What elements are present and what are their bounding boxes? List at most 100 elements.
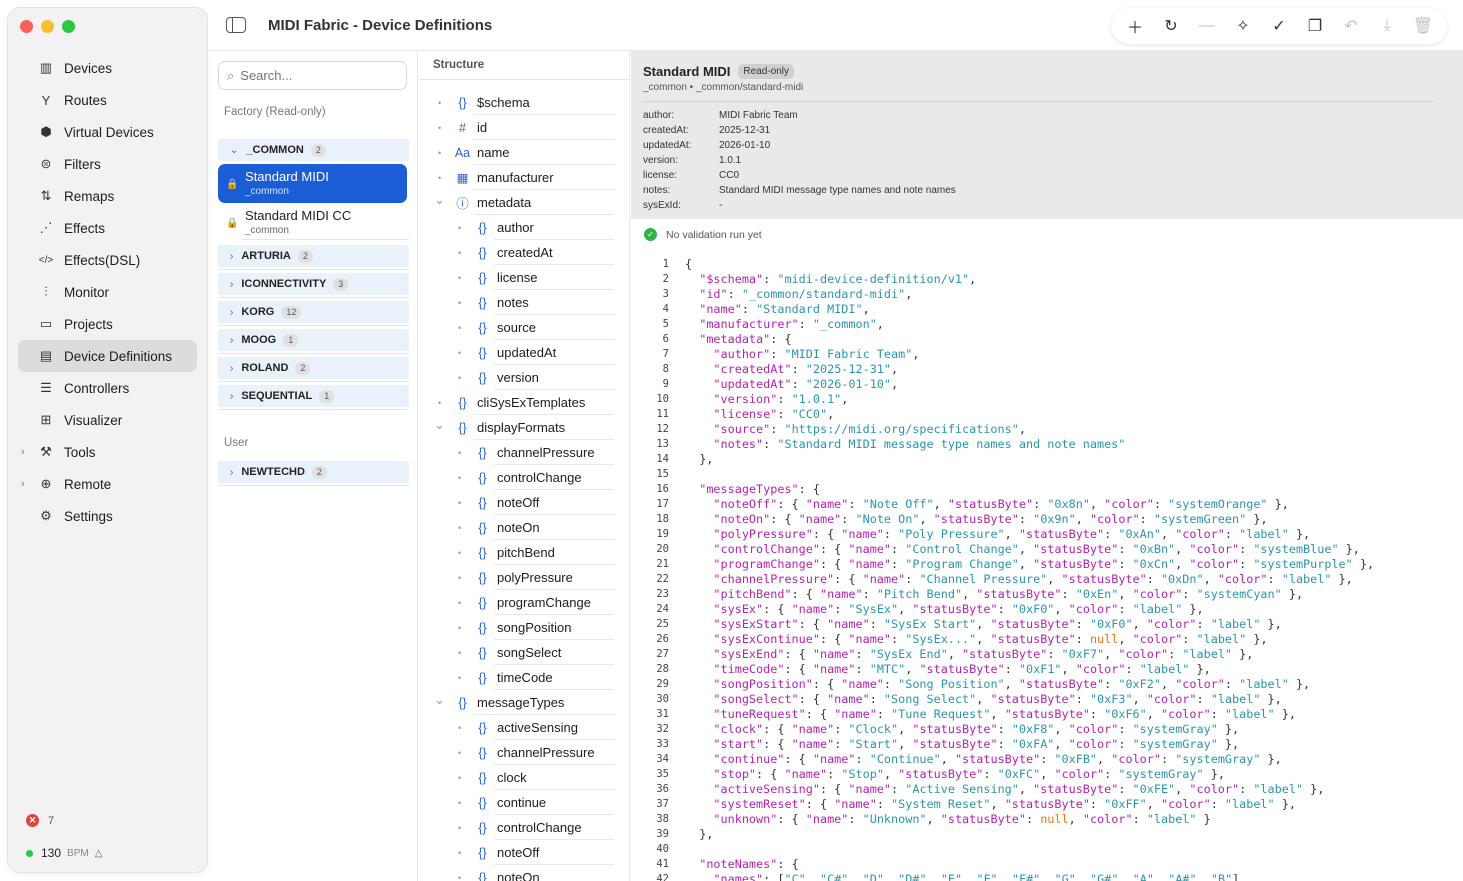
group-sequential[interactable]: › SEQUENTIAL 1 (218, 385, 409, 407)
tree-node-messageTypes[interactable]: ⌄ {} messageTypes (434, 690, 614, 715)
window-title: MIDI Fabric - Device Definitions (268, 17, 493, 34)
tree-node-author[interactable]: • {} author (458, 215, 614, 240)
sidebar-item-devices[interactable]: ▥ Devices (18, 52, 197, 84)
error-icon: ✕ (26, 814, 39, 827)
chevron-right-icon[interactable]: › (21, 478, 25, 490)
group-common[interactable]: ⌄ _COMMON 2 (218, 139, 409, 161)
tree-node-$schema[interactable]: • {} $schema (438, 90, 614, 115)
tree-node-version[interactable]: • {} version (458, 365, 614, 390)
tree-node-noteOn[interactable]: • {} noteOn (458, 515, 614, 540)
minus-icon[interactable]: — (1189, 8, 1225, 44)
tree-node-controlChange[interactable]: • {} controlChange (458, 815, 614, 840)
tree-node-songSelect[interactable]: • {} songSelect (458, 640, 614, 665)
tree-node-songPosition[interactable]: • {} songPosition (458, 615, 614, 640)
undo-icon[interactable]: ↶ (1333, 8, 1369, 44)
tree-node-timeCode[interactable]: • {} timeCode (458, 665, 614, 690)
copy-icon[interactable]: ❐ (1297, 8, 1333, 44)
tree-node-displayFormats[interactable]: ⌄ {} displayFormats (434, 415, 614, 440)
chevron-right-icon[interactable]: › (21, 446, 25, 458)
magic-wand-icon[interactable]: ✧ (1225, 8, 1261, 44)
sidebar-item-remaps[interactable]: ⇅ Remaps (18, 180, 197, 212)
group-korg[interactable]: › KORG 12 (218, 301, 409, 323)
sidebar-item-effects[interactable]: ⋰ Effects (18, 212, 197, 244)
sidebar-item-remote[interactable]: › ⊕ Remote (18, 468, 197, 500)
close-window-button[interactable] (20, 20, 33, 33)
sidebar-item-effects-dsl-[interactable]: </> Effects(DSL) (18, 244, 197, 276)
chevron-down-icon[interactable]: ⌄ (434, 417, 445, 433)
search-field[interactable]: ⌕ (218, 61, 407, 90)
download-icon[interactable]: ⤓ (1369, 8, 1405, 44)
document-icon: ▤ (39, 348, 53, 363)
metadata-key: license: (643, 170, 677, 181)
sidebar-item-routes[interactable]: Y Routes (18, 84, 197, 116)
tree-node-id[interactable]: • # id (438, 115, 614, 140)
tree-node-polyPressure[interactable]: • {} polyPressure (458, 565, 614, 590)
divider (218, 353, 409, 354)
tree-node-updatedAt[interactable]: • {} updatedAt (458, 340, 614, 365)
structure-panel: Structure • {} $schema • # id • Aa name • ▦ manufac… (419, 51, 630, 881)
divider (218, 269, 409, 270)
maximize-window-button[interactable] (62, 20, 75, 33)
sidebar-item-filters[interactable]: ⊜ Filters (18, 148, 197, 180)
tree-node-channelPressure[interactable]: • {} channelPressure (458, 740, 614, 765)
sidebar-toggle-icon[interactable] (226, 17, 246, 33)
sidebar-item-projects[interactable]: ▭ Projects (18, 308, 197, 340)
tree-node-programChange[interactable]: • {} programChange (458, 590, 614, 615)
sidebar-item-visualizer[interactable]: ⊞ Visualizer (18, 404, 197, 436)
chevron-down-icon[interactable]: ⌄ (434, 692, 445, 708)
tools-icon: ⚒ (40, 444, 52, 459)
sidebar-item-controllers[interactable]: ☰ Controllers (18, 372, 197, 404)
tree-node-noteOff[interactable]: • {} noteOff (458, 840, 614, 865)
validate-icon[interactable]: ✓ (1261, 8, 1297, 44)
file-standard-midi[interactable]: 🔒 Standard MIDI _common (218, 164, 407, 203)
sidebar-nav: ▥ Devices Y Routes ⬢ Virtual Devices ⊜ Filters ⇅… (18, 52, 197, 532)
tree-node-metadata[interactable]: ⌄ ⓘ metadata (434, 190, 614, 215)
file-standard-midi-cc[interactable]: 🔒 Standard MIDI CC _common (218, 203, 407, 242)
metronome-icon[interactable]: △ (95, 848, 103, 859)
node-type-icon: {} (458, 420, 467, 435)
bullet-icon: • (458, 272, 462, 283)
error-indicator[interactable]: ✕ 7 (26, 814, 102, 827)
sidebar: ▥ Devices Y Routes ⬢ Virtual Devices ⊜ Filters ⇅… (8, 8, 207, 872)
tree-node-activeSensing[interactable]: • {} activeSensing (458, 715, 614, 740)
tree-node-name[interactable]: • Aa name (438, 140, 614, 165)
group-newtechd[interactable]: › NEWTECHD 2 (218, 461, 409, 483)
tree-node-channelPressure[interactable]: • {} channelPressure (458, 440, 614, 465)
sidebar-item-tools[interactable]: › ⚒ Tools (18, 436, 197, 468)
tree-node-manufacturer[interactable]: • ▦ manufacturer (438, 165, 614, 190)
chevron-down-icon[interactable]: ⌄ (434, 192, 445, 208)
sidebar-item-monitor[interactable]: ⫶ Monitor (18, 276, 197, 308)
trash-icon[interactable]: 🗑 (1405, 8, 1441, 44)
sidebar-item-settings[interactable]: ⚙ Settings (18, 500, 197, 532)
metadata-row: version: 1.0.1 (643, 153, 1451, 168)
bullet-icon: • (458, 872, 462, 881)
group-arturia[interactable]: › ARTURIA 2 (218, 245, 409, 267)
tree-node-license[interactable]: • {} license (458, 265, 614, 290)
chevron-down-icon: ⌄ (230, 144, 239, 156)
sidebar-item-device-definitions[interactable]: ▤ Device Definitions (18, 340, 197, 372)
tree-node-clock[interactable]: • {} clock (458, 765, 614, 790)
bullet-icon: • (458, 247, 462, 258)
refresh-icon[interactable]: ↻ (1153, 8, 1189, 44)
sidebar-item-label: Filters (64, 156, 101, 172)
sidebar-item-virtual-devices[interactable]: ⬢ Virtual Devices (18, 116, 197, 148)
tree-node-cliSysExTemplates[interactable]: • {} cliSysExTemplates (438, 390, 614, 415)
bpm-indicator[interactable]: 130 BPM △ (26, 846, 102, 860)
tree-node-notes[interactable]: • {} notes (458, 290, 614, 315)
tree-node-pitchBend[interactable]: • {} pitchBend (458, 540, 614, 565)
tree-node-continue[interactable]: • {} continue (458, 790, 614, 815)
tree-node-noteOn[interactable]: • {} noteOn (458, 865, 614, 881)
tree-node-createdAt[interactable]: • {} createdAt (458, 240, 614, 265)
tree-node-controlChange[interactable]: • {} controlChange (458, 465, 614, 490)
group-moog[interactable]: › MOOG 1 (218, 329, 409, 351)
tree-node-source[interactable]: • {} source (458, 315, 614, 340)
group-roland[interactable]: › ROLAND 2 (218, 357, 409, 379)
group-iconnectivity[interactable]: › ICONNECTIVITY 3 (218, 273, 409, 295)
add-icon[interactable]: ＋ (1117, 8, 1153, 44)
minimize-window-button[interactable] (41, 20, 54, 33)
search-input[interactable] (240, 68, 391, 83)
node-label: author (497, 220, 534, 235)
tree-node-noteOff[interactable]: • {} noteOff (458, 490, 614, 515)
code-line: "manufacturer": "_common", (699, 317, 884, 331)
sliders-icon: ☰ (40, 380, 52, 395)
